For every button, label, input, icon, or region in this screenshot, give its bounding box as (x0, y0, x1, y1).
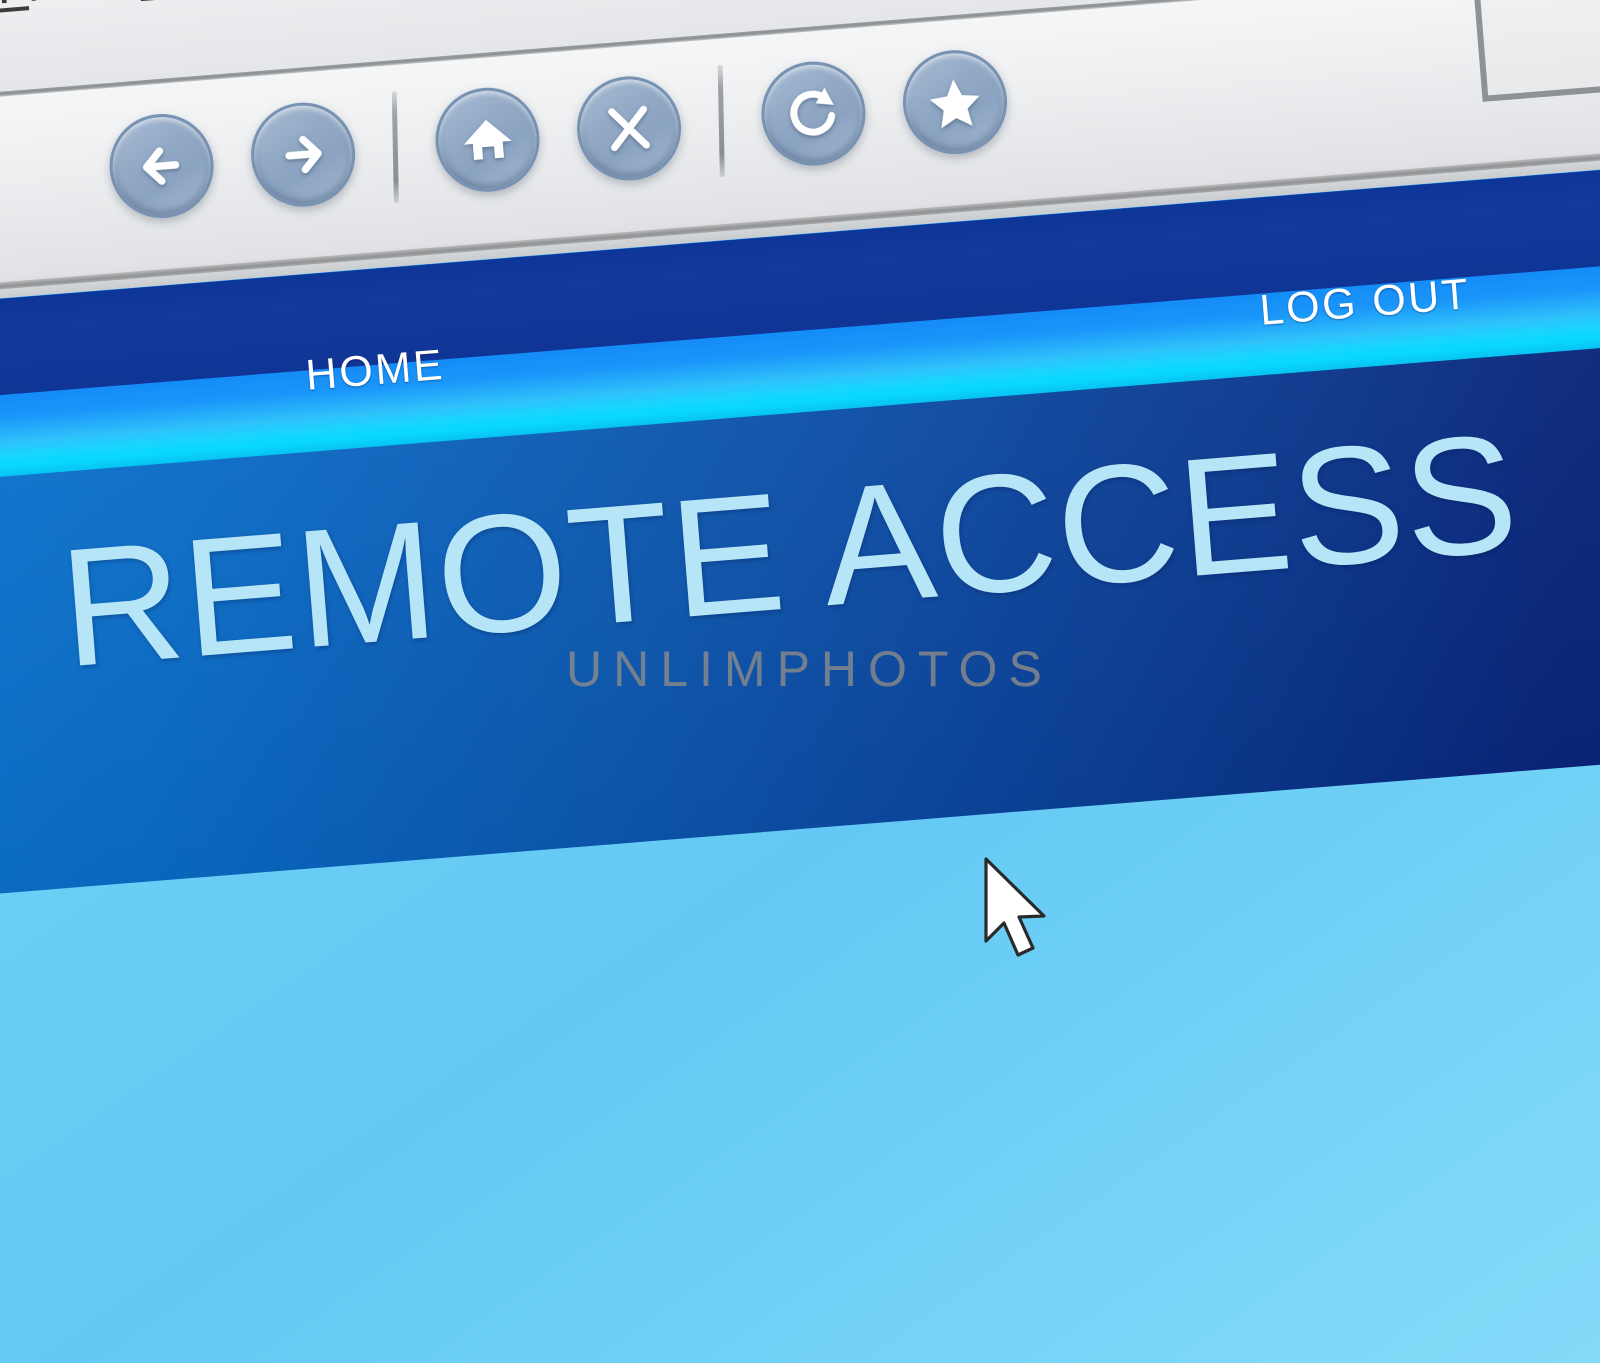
home-icon (454, 106, 521, 173)
forward-button[interactable] (247, 98, 360, 211)
reload-button[interactable] (757, 57, 870, 170)
browser-screenshot: REMOTE ACCESS UNLIMPHOTOS HOME LOG OUT F… (0, 0, 1600, 1363)
refresh-icon (780, 80, 847, 147)
arrow-right-icon (270, 121, 337, 188)
arrow-left-icon (128, 133, 195, 200)
back-button[interactable] (105, 110, 218, 223)
home-button[interactable] (431, 83, 544, 196)
close-x-icon (596, 95, 663, 162)
toolbar-separator-2 (717, 64, 725, 178)
stop-button[interactable] (573, 72, 686, 185)
address-bar-input[interactable] (1473, 0, 1600, 102)
toolbar-separator-1 (391, 91, 399, 204)
menu-accesskey: F (0, 0, 29, 15)
bookmark-button[interactable] (899, 46, 1012, 159)
star-icon (922, 69, 989, 136)
